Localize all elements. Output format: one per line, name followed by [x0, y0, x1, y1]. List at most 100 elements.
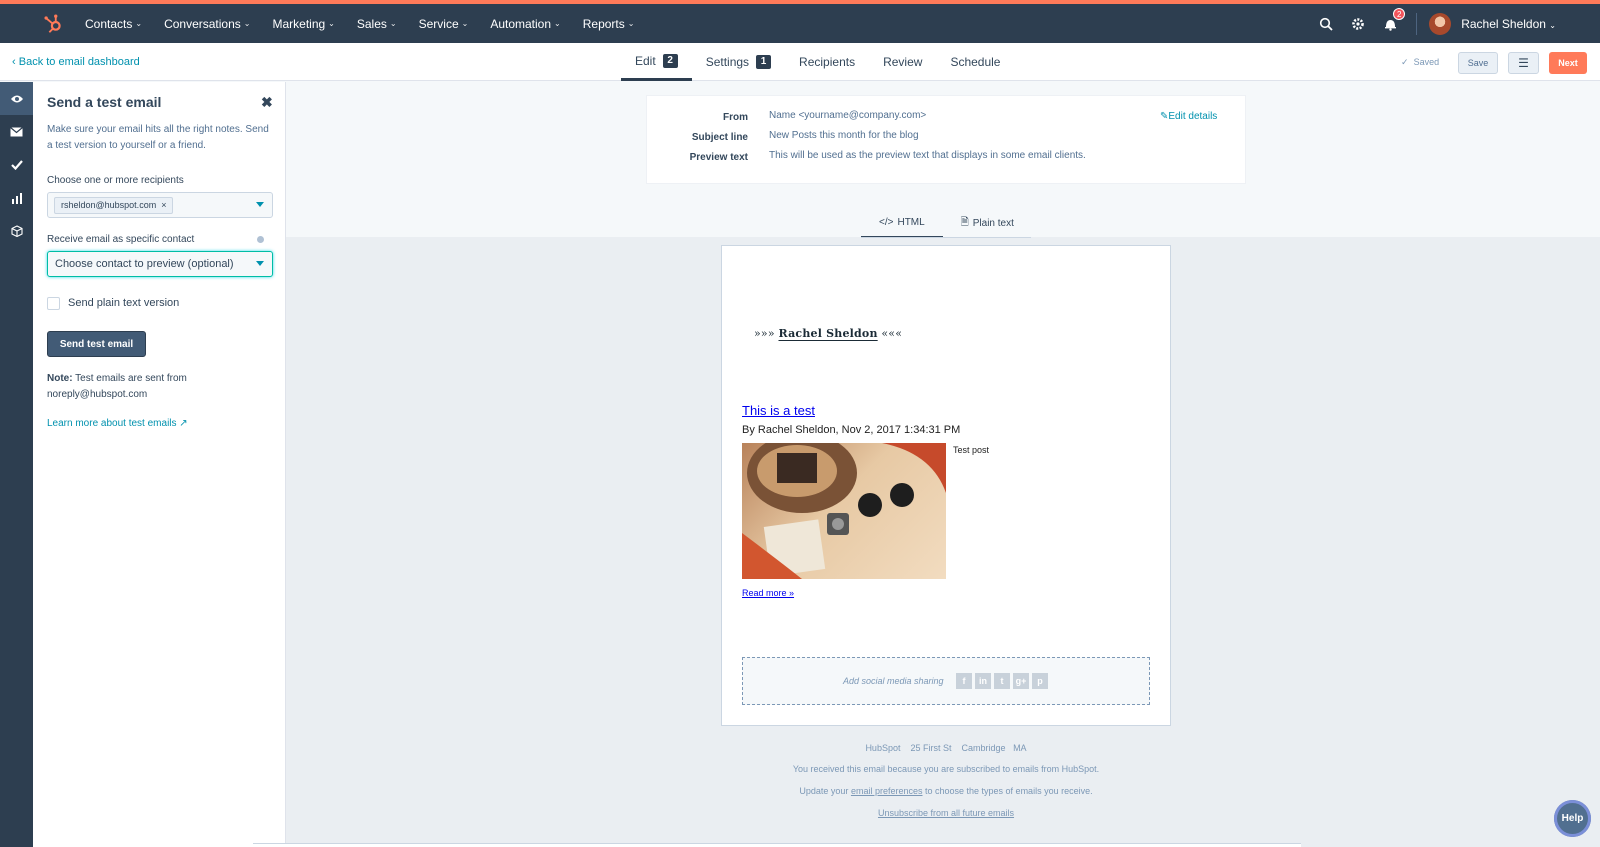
- nav-marketing[interactable]: Marketing ⌄: [272, 17, 334, 31]
- send-test-email-button[interactable]: Send test email: [47, 331, 146, 357]
- preview-text-label: Preview text: [689, 152, 748, 163]
- analytics-icon[interactable]: [0, 181, 33, 214]
- checkmark-icon[interactable]: [0, 148, 33, 181]
- unsubscribe-link[interactable]: Unsubscribe from all future emails: [878, 808, 1014, 818]
- preview-icon[interactable]: [0, 82, 33, 115]
- actions-menu-button[interactable]: ☰: [1508, 52, 1539, 74]
- google-plus-icon: g+: [1013, 673, 1029, 689]
- chevron-down-icon: ⌄: [627, 19, 635, 28]
- footer-preferences-note: Update your email preferences to choose …: [799, 786, 1093, 796]
- learn-more-link[interactable]: Learn more about test emails ↗: [47, 418, 188, 429]
- email-preferences-link[interactable]: email preferences: [851, 786, 923, 796]
- subject-label: Subject line: [691, 132, 748, 143]
- pinterest-icon: p: [1032, 673, 1048, 689]
- main-nav: Contacts ⌄ Conversations ⌄ Marketing ⌄ Sale…: [85, 4, 656, 43]
- sidebar-icon-rail: [0, 82, 33, 847]
- test-email-note: Note: Test emails are sent from noreply@…: [47, 373, 187, 400]
- chevron-down-icon: ⌄: [461, 19, 469, 28]
- recipients-select[interactable]: rsheldon@hubspot.com ×: [47, 192, 273, 218]
- top-navigation: Contacts ⌄ Conversations ⌄ Marketing ⌄ Sale…: [0, 0, 1600, 43]
- save-button[interactable]: Save: [1458, 52, 1498, 74]
- preview-text-value: This will be used as the preview text th…: [769, 150, 1086, 161]
- preview-mode-tabs: </> HTML 🗎 Plain text: [861, 208, 1032, 238]
- panel-description: Make sure your email hits all the right …: [47, 124, 269, 151]
- help-button[interactable]: Help: [1554, 800, 1591, 837]
- footer-subscription-note: You received this email because you are …: [792, 764, 1100, 774]
- chevron-down-icon: ⌄: [554, 19, 561, 28]
- twitter-icon: t: [994, 673, 1010, 689]
- linkedin-icon: in: [975, 673, 991, 689]
- document-icon: 🗎: [960, 216, 969, 228]
- gear-icon[interactable]: [1348, 14, 1368, 34]
- contact-label: Receive email as specific contact: [47, 234, 195, 245]
- plain-text-label: Send plain text version: [68, 297, 180, 309]
- remove-chip-icon[interactable]: ×: [161, 200, 166, 210]
- tab-html[interactable]: </> HTML: [861, 208, 943, 238]
- from-value: Name <yourname@company.com>: [769, 110, 927, 121]
- plain-text-checkbox[interactable]: [47, 297, 60, 310]
- close-icon[interactable]: ✖: [261, 94, 273, 111]
- hamburger-icon: ☰: [1518, 56, 1529, 70]
- recipient-chip[interactable]: rsheldon@hubspot.com ×: [54, 197, 174, 214]
- nav-service[interactable]: Service ⌄: [419, 17, 469, 31]
- nav-automation[interactable]: Automation ⌄: [490, 17, 560, 31]
- external-link-icon: ↗: [179, 418, 188, 429]
- brand-logo[interactable]: »»» Rachel Sheldon «««: [754, 327, 902, 340]
- recipients-label: Choose one or more recipients: [47, 175, 184, 186]
- bottom-edge: [253, 843, 1301, 847]
- next-button[interactable]: Next: [1549, 52, 1587, 74]
- social-sharing-label: Add social media sharing: [843, 676, 944, 686]
- tab-plain-text[interactable]: 🗎 Plain text: [943, 208, 1032, 238]
- chevron-down-icon: ⌄: [1549, 20, 1556, 30]
- saved-status: ✓ Saved: [1401, 57, 1440, 67]
- social-sharing-module[interactable]: Add social media sharing f in t g+ p: [742, 657, 1150, 705]
- unsubscribe-link-row: Unsubscribe from all future emails: [721, 808, 1171, 818]
- bell-icon[interactable]: 2: [1380, 7, 1406, 34]
- chevron-down-icon: ⌄: [328, 19, 335, 28]
- chevron-down-icon: ⌄: [135, 19, 143, 28]
- notification-count-badge: 2: [1393, 7, 1406, 20]
- divider: [861, 237, 1031, 238]
- editor-header: ‹ Back to email dashboard Edit 2 Settings…: [0, 43, 1600, 81]
- nav-contacts[interactable]: Contacts ⌄: [85, 17, 142, 31]
- search-icon[interactable]: [1316, 14, 1336, 34]
- social-icons: f in t g+ p: [956, 673, 1048, 689]
- send-test-email-panel: Send a test email ✖ Make sure your email…: [33, 82, 286, 847]
- from-label: From: [723, 112, 748, 123]
- post-title-link[interactable]: This is a test: [742, 403, 815, 418]
- nav-reports[interactable]: Reports ⌄: [583, 17, 635, 31]
- checkmark-icon: ✓: [1401, 57, 1409, 67]
- avatar[interactable]: [1429, 12, 1452, 35]
- code-icon: </>: [879, 216, 894, 228]
- top-right-controls: 2 Rachel Sheldon ⌄: [1316, 4, 1600, 43]
- nav-sales[interactable]: Sales ⌄: [357, 17, 397, 31]
- tab-count-badge: 2: [662, 53, 678, 68]
- dropdown-caret-icon: [256, 261, 264, 266]
- chevron-down-icon: ⌄: [243, 19, 251, 28]
- read-more-link[interactable]: Read more »: [742, 588, 794, 598]
- facebook-icon: f: [956, 673, 972, 689]
- divider: [1416, 12, 1418, 35]
- post-featured-image[interactable]: [742, 443, 946, 579]
- tab-recipients[interactable]: Recipients: [785, 43, 869, 81]
- back-to-dashboard-link[interactable]: ‹ Back to email dashboard: [12, 56, 140, 68]
- contact-preview-select[interactable]: Choose contact to preview (optional): [47, 251, 273, 277]
- user-menu[interactable]: Rachel Sheldon ⌄: [1461, 17, 1556, 31]
- dropdown-caret-icon: [256, 202, 264, 207]
- tab-edit[interactable]: Edit 2: [621, 43, 692, 81]
- box-icon[interactable]: [0, 214, 33, 247]
- editor-tabs: Edit 2 Settings 1 Recipients Review Schedu…: [621, 43, 1014, 81]
- email-details-card: From Name <yourname@company.com> Subject…: [646, 95, 1246, 184]
- tab-count-badge: 1: [756, 55, 772, 69]
- chevron-down-icon: ⌄: [389, 19, 397, 28]
- nav-conversations[interactable]: Conversations ⌄: [164, 17, 250, 31]
- tab-review[interactable]: Review: [869, 43, 936, 81]
- tab-schedule[interactable]: Schedule: [936, 43, 1014, 81]
- post-byline: By Rachel Sheldon, Nov 2, 2017 1:34:31 P…: [742, 424, 961, 436]
- edit-details-link[interactable]: ✎Edit details: [1160, 111, 1217, 122]
- chevron-left-icon: ‹: [12, 56, 19, 68]
- info-icon[interactable]: [257, 236, 264, 243]
- hubspot-logo-icon[interactable]: [42, 13, 64, 35]
- tab-settings[interactable]: Settings 1: [692, 43, 785, 81]
- envelope-icon[interactable]: [0, 115, 33, 148]
